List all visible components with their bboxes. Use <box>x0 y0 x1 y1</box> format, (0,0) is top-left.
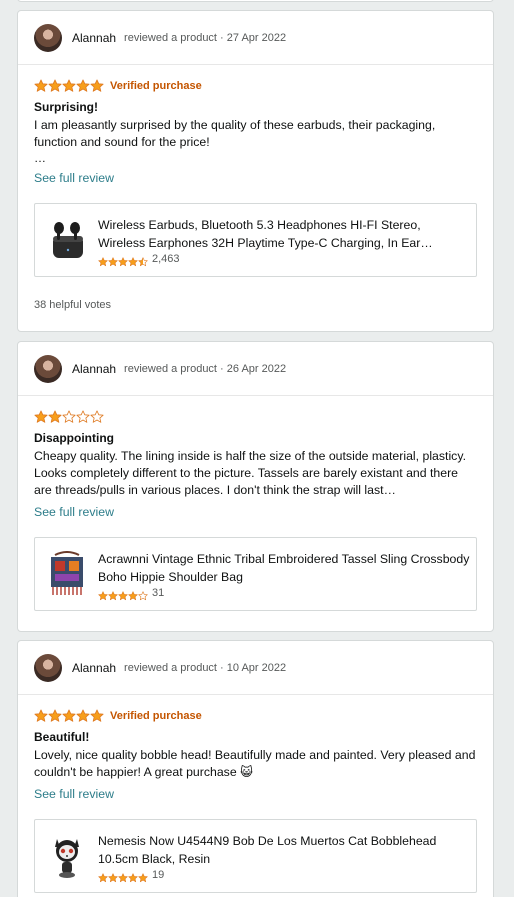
product-card[interactable]: Acrawnni Vintage Ethnic Tribal Embroider… <box>34 537 477 611</box>
review-title: Surprising! <box>34 100 99 114</box>
star-half-icon <box>138 254 148 266</box>
star-full-icon <box>98 588 108 600</box>
product-name[interactable]: Nemesis Now U4544N9 Bob De Los Muertos C… <box>98 832 470 868</box>
review-text: I am pleasantly surprised by the quality… <box>34 118 436 149</box>
star-full-icon <box>128 254 138 266</box>
product-star-rating <box>98 588 148 600</box>
star-full-icon <box>90 79 104 93</box>
star-empty-icon <box>90 410 104 424</box>
star-full-icon <box>34 410 48 424</box>
star-full-icon <box>48 709 62 723</box>
star-full-icon <box>118 588 128 600</box>
helpful-votes: 38 helpful votes <box>34 299 112 311</box>
review-title: Disappointing <box>34 431 114 445</box>
review-ellipsis: … <box>34 151 46 165</box>
bobblehead-icon[interactable] <box>45 831 89 881</box>
star-full-icon <box>34 79 48 93</box>
review-header: Alannah reviewed a product · 26 Apr 2022 <box>18 342 493 396</box>
review-meta: reviewed a product · 26 Apr 2022 <box>124 362 287 375</box>
star-full-icon <box>118 254 128 266</box>
star-full-icon <box>76 709 90 723</box>
star-full-icon <box>48 410 62 424</box>
review-card: Alannah reviewed a product · 27 Apr 2022… <box>17 10 494 332</box>
previous-card-edge <box>17 0 494 2</box>
star-rating <box>34 709 104 723</box>
star-full-icon <box>76 79 90 93</box>
star-full-icon <box>138 870 148 882</box>
bag-icon[interactable] <box>45 549 89 599</box>
review-card: Alannah reviewed a product · 26 Apr 2022… <box>17 341 494 632</box>
review-header: Alannah reviewed a product · 10 Apr 2022 <box>18 641 493 695</box>
star-rating <box>34 79 104 93</box>
review-header: Alannah reviewed a product · 27 Apr 2022 <box>18 11 493 65</box>
rating-count: 31 <box>152 586 165 599</box>
star-full-icon <box>62 79 76 93</box>
review-meta: reviewed a product · 27 Apr 2022 <box>124 31 287 44</box>
product-star-rating <box>98 254 148 266</box>
see-full-review-link[interactable]: See full review <box>34 171 114 185</box>
star-full-icon <box>128 588 138 600</box>
star-full-icon <box>118 870 128 882</box>
star-full-icon <box>108 588 118 600</box>
star-rating <box>34 410 104 424</box>
review-meta: reviewed a product · 10 Apr 2022 <box>124 661 287 674</box>
star-full-icon <box>108 254 118 266</box>
see-full-review-link[interactable]: See full review <box>34 505 114 519</box>
review-text: Lovely, nice quality bobble head! Beauti… <box>34 748 476 779</box>
product-name[interactable]: Wireless Earbuds, Bluetooth 5.3 Headphon… <box>98 216 470 252</box>
star-empty-icon <box>62 410 76 424</box>
verified-badge: Verified purchase <box>110 710 202 722</box>
star-full-icon <box>34 709 48 723</box>
reviewer-name[interactable]: Alannah <box>72 661 116 675</box>
earbuds-icon[interactable] <box>45 215 89 265</box>
product-name[interactable]: Acrawnni Vintage Ethnic Tribal Embroider… <box>98 550 470 586</box>
review-title: Beautiful! <box>34 730 90 744</box>
review-text: Cheapy quality. The lining inside is hal… <box>34 449 466 497</box>
avatar[interactable] <box>34 653 62 682</box>
star-full-icon <box>62 709 76 723</box>
product-star-rating <box>98 870 148 882</box>
star-full-icon <box>98 870 108 882</box>
reviewer-name[interactable]: Alannah <box>72 362 116 376</box>
rating-count: 2,463 <box>152 252 180 265</box>
star-full-icon <box>108 870 118 882</box>
verified-badge: Verified purchase <box>110 80 202 92</box>
review-card: Alannah reviewed a product · 10 Apr 2022… <box>17 640 494 897</box>
reviewer-name[interactable]: Alannah <box>72 31 116 45</box>
product-card[interactable]: Nemesis Now U4544N9 Bob De Los Muertos C… <box>34 819 477 893</box>
star-full-icon <box>48 79 62 93</box>
product-card[interactable]: Wireless Earbuds, Bluetooth 5.3 Headphon… <box>34 203 477 277</box>
star-full-icon <box>98 254 108 266</box>
avatar[interactable] <box>34 354 62 383</box>
star-full-icon <box>128 870 138 882</box>
see-full-review-link[interactable]: See full review <box>34 787 114 801</box>
star-empty-icon <box>76 410 90 424</box>
rating-count: 19 <box>152 868 165 881</box>
star-full-icon <box>90 709 104 723</box>
avatar[interactable] <box>34 23 62 52</box>
star-empty-icon <box>138 588 148 600</box>
